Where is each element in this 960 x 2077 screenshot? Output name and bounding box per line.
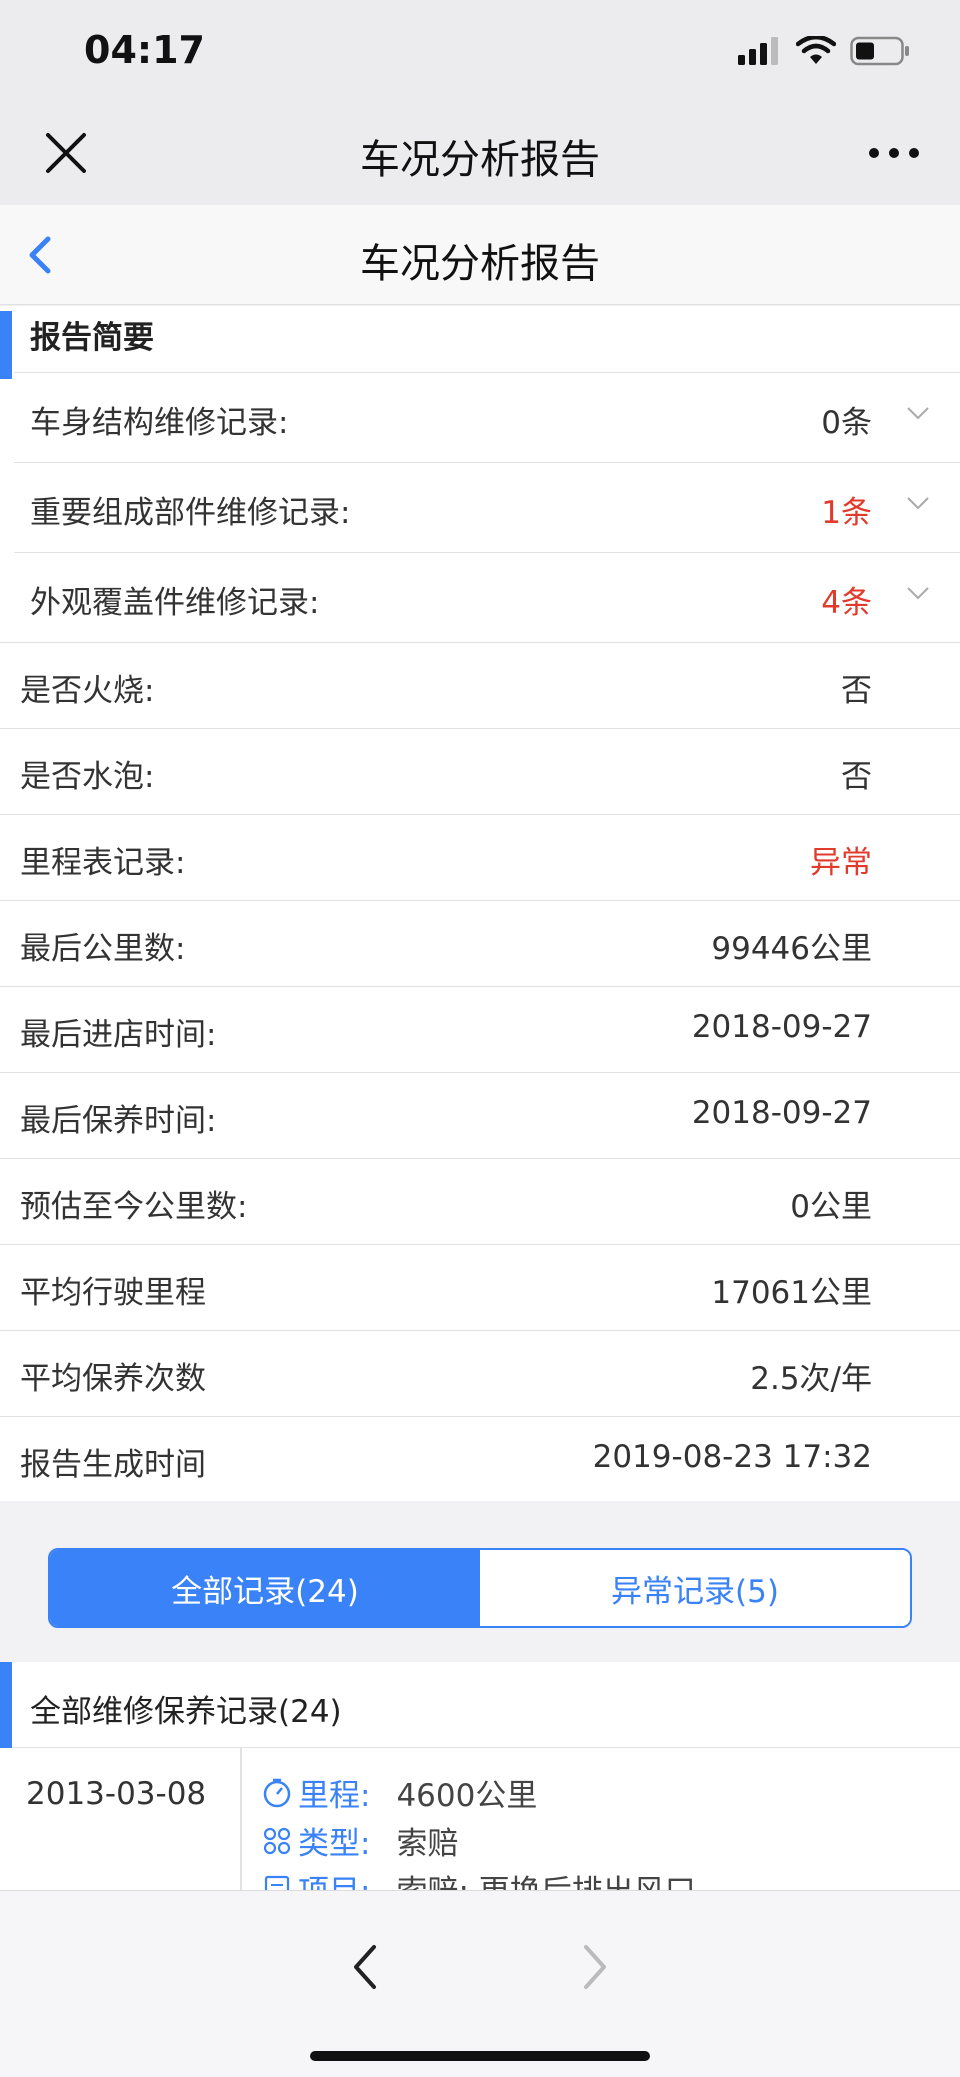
info-row-estimated-mileage: 预估至今公里数: 0公里 [0,1158,960,1244]
row-label: 重要组成部件维修记录: [30,495,351,531]
row-value: 4条 [821,585,872,621]
row-label: 最后进店时间: [20,1017,217,1053]
row-value: 1条 [821,495,872,531]
home-indicator [310,2051,650,2061]
wechat-title: 车况分析报告 [360,137,600,183]
info-row-last-visit: 最后进店时间: 2018-09-27 [0,986,960,1072]
info-row-last-mileage: 最后公里数: 99446公里 [0,900,960,986]
info-row-odometer: 里程表记录: 异常 [0,814,960,900]
row-label: 最后保养时间: [20,1103,217,1139]
record-date: 2013-03-08 [26,1776,207,1812]
wechat-header: 车况分析报告 [0,105,960,205]
type-key: 类型: [298,1826,371,1862]
record-tabs: 全部记录(24) 异常记录(5) [48,1548,912,1628]
chevron-down-icon [907,407,929,420]
records-section: 全部维修保养记录(24) 2013-03-08 里程: 4600公里 类型: 索… [0,1662,960,1890]
summary-heading: 报告简要 [30,320,154,356]
info-row-avg-mileage: 平均行驶里程 17061公里 [0,1244,960,1330]
section-accent-bar [0,311,12,379]
signal-icon [738,37,778,65]
record-item: 项目: 索赔: 更换后排出风口... [262,1866,725,1890]
info-row-fire: 是否火烧: 否 [0,642,960,728]
record-mileage: 里程: 4600公里 [262,1770,537,1815]
row-value: 否 [841,673,872,709]
more-icon[interactable] [866,135,922,171]
battery-icon [850,36,909,66]
nav-forward-icon[interactable] [580,1943,610,1991]
app-header: 车况分析报告 [0,205,960,305]
page-title: 车况分析报告 [360,241,600,287]
records-header: 全部维修保养记录(24) [0,1662,960,1748]
document-icon [264,1875,290,1890]
status-bar: 04:17 [0,0,960,105]
row-value: 99446公里 [711,931,872,967]
row-value: 17061公里 [711,1275,872,1311]
row-value: 2018-09-27 [691,1009,872,1045]
row-value: 异常 [810,845,872,881]
record-divider [240,1748,242,1890]
row-label: 车身结构维修记录: [30,405,289,441]
bottom-nav [0,1890,960,2077]
row-value: 0条 [821,405,872,441]
expandable-row-body-structure[interactable]: 车身结构维修记录: 0条 [14,372,960,462]
chevron-down-icon [907,587,929,600]
info-row-report-time: 报告生成时间 2019-08-23 17:32 [0,1416,960,1501]
nav-back-icon[interactable] [350,1943,380,1991]
row-label: 外观覆盖件维修记录: [30,585,320,621]
row-label: 是否火烧: [20,673,155,709]
info-row-flood: 是否水泡: 否 [0,728,960,814]
speedometer-icon [263,1778,291,1807]
row-label: 平均保养次数 [20,1361,206,1397]
mileage-value: 4600公里 [396,1778,538,1814]
section-accent-bar [0,1662,12,1748]
tab-all-records[interactable]: 全部记录(24) [50,1550,480,1626]
row-label: 平均行驶里程 [20,1275,206,1311]
record-type: 类型: 索赔 [262,1818,458,1863]
row-value: 2018-09-27 [691,1095,872,1131]
status-icons [738,36,910,66]
row-value: 否 [841,759,872,795]
row-label: 报告生成时间 [20,1447,206,1483]
row-label: 是否水泡: [20,759,155,795]
summary-header: 报告简要 [0,306,960,379]
info-row-last-maintenance: 最后保养时间: 2018-09-27 [0,1072,960,1158]
item-value: 索赔: 更换后排出风口... [396,1866,725,1890]
mileage-key: 里程: [298,1778,371,1814]
row-value: 2.5次/年 [750,1361,872,1397]
wifi-icon [796,36,836,64]
expandable-row-key-components[interactable]: 重要组成部件维修记录: 1条 [14,462,960,552]
grid-icon [263,1827,291,1854]
report-summary: 报告简要 车身结构维修记录: 0条 重要组成部件维修记录: 1条 外观覆盖件维修… [0,306,960,1501]
row-label: 里程表记录: [20,845,186,881]
type-value: 索赔 [396,1826,459,1862]
tab-abnormal-records[interactable]: 异常记录(5) [480,1550,910,1626]
row-value: 2019-08-23 17:32 [592,1439,872,1475]
info-row-avg-maintenance: 平均保养次数 2.5次/年 [0,1330,960,1416]
row-value: 0公里 [790,1189,872,1225]
status-time: 04:17 [84,28,205,72]
chevron-down-icon [907,497,929,510]
item-key: 项目: [298,1866,370,1890]
row-label: 最后公里数: [20,931,186,967]
records-heading: 全部维修保养记录(24) [30,1694,342,1730]
row-label: 预估至今公里数: [20,1189,248,1225]
expandable-row-exterior-panels[interactable]: 外观覆盖件维修记录: 4条 [14,552,960,642]
